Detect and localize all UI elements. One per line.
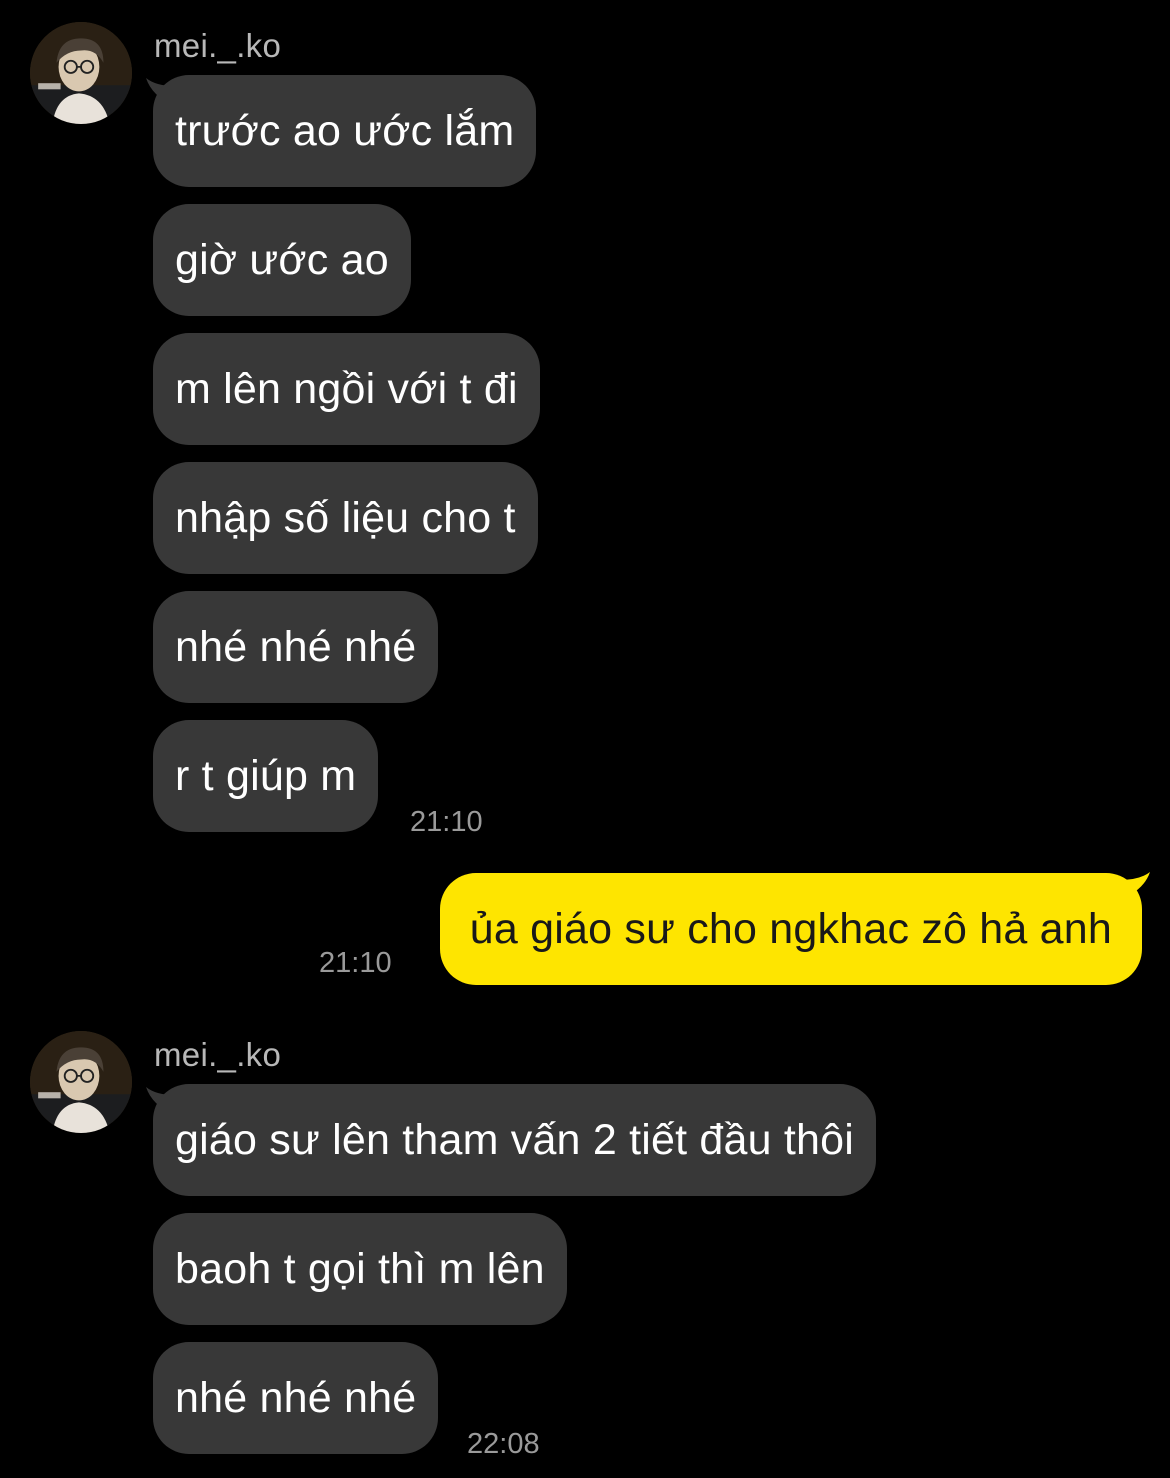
message-bubble-incoming[interactable]: baoh t gọi thì m lên [153,1213,567,1325]
profile-avatar-icon [30,1031,132,1133]
message-timestamp: 21:10 [319,947,392,979]
message-bubble-incoming[interactable]: nhé nhé nhé [153,1342,439,1454]
profile-avatar-icon [30,22,132,124]
message-bubble-incoming[interactable]: nhé nhé nhé [153,591,439,703]
sender-avatar[interactable] [30,1031,132,1133]
message-bubble-incoming[interactable]: r t giúp m [153,720,379,832]
message-bubble-outgoing[interactable]: ủa giáo sư cho ngkhac zô hả anh [439,873,1142,985]
message-bubble-incoming[interactable]: giờ ước ao [153,204,411,316]
message-bubble-incoming[interactable]: trước ao ước lắm [153,75,537,187]
message-bubble-incoming[interactable]: nhập số liệu cho t [153,462,538,574]
message-bubble-incoming[interactable]: giáo sư lên tham vấn 2 tiết đầu thôi [153,1084,877,1196]
message-timestamp: 22:08 [467,1428,540,1460]
sender-avatar[interactable] [30,22,132,124]
message-bubble-incoming[interactable]: m lên ngồi với t đi [153,333,540,445]
sender-name: mei._.ko [154,27,282,64]
message-timestamp: 21:10 [410,806,483,838]
sender-name: mei._.ko [154,1036,282,1073]
